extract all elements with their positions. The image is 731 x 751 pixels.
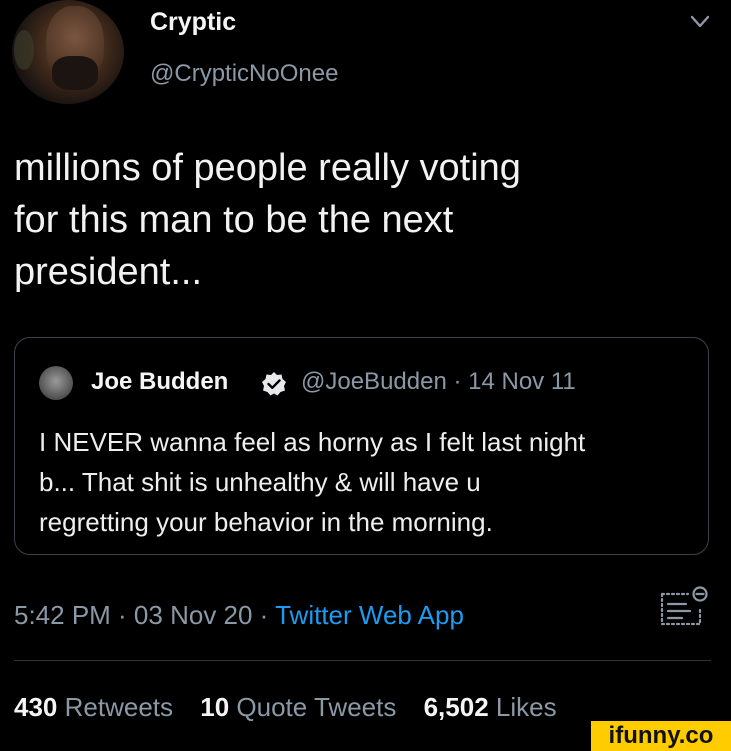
tweet-text-line: millions of people really voting — [14, 147, 521, 189]
quoted-author-name: Joe Budden — [91, 368, 229, 395]
tweet-timestamp[interactable]: 5:42 PM · 03 Nov 20 · — [14, 600, 275, 630]
retweets-label: Retweets — [64, 692, 174, 722]
watermark: ifunny.co — [591, 721, 731, 751]
quoted-text-line: I NEVER wanna feel as horny as I felt la… — [39, 427, 586, 457]
avatar-beard — [52, 56, 98, 90]
tweet-meta: 5:42 PM · 03 Nov 20 · Twitter Web App — [14, 600, 464, 631]
avatar-background — [14, 30, 34, 70]
retweets-count: 430 — [14, 692, 58, 722]
verified-badge-icon — [262, 372, 286, 396]
quoted-text-line: regretting your behavior in the morning. — [39, 507, 493, 537]
likes-count: 6,502 — [423, 692, 489, 722]
tweet-header: Cryptic @CrypticNoOnee — [0, 0, 731, 120]
quoted-tweet[interactable]: Joe Budden @JoeBudden · 14 Nov 11 I NEVE… — [14, 337, 709, 555]
tweet-text: millions of people really voting for thi… — [14, 142, 694, 298]
quote-tweets-count: 10 — [200, 692, 230, 722]
quote-tweets-stat[interactable]: 10 Quote Tweets — [200, 692, 396, 722]
likes-label: Likes — [495, 692, 557, 722]
author-name[interactable]: Cryptic — [150, 8, 236, 37]
quoted-tweet-text: I NEVER wanna feel as horny as I felt la… — [39, 422, 699, 542]
divider — [14, 660, 711, 661]
quote-tweets-label: Quote Tweets — [236, 692, 397, 722]
likes-stat[interactable]: 6,502 Likes — [424, 692, 557, 722]
chevron-down-icon[interactable] — [690, 14, 710, 30]
quoted-handle-date: @JoeBudden · 14 Nov 11 — [301, 368, 576, 395]
retweets-stat[interactable]: 430 Retweets — [14, 692, 173, 722]
tweet-stats: 430 Retweets 10 Quote Tweets 6,502 Likes — [14, 692, 577, 723]
avatar[interactable] — [12, 0, 124, 104]
tweet-source-link[interactable]: Twitter Web App — [275, 600, 464, 630]
author-handle[interactable]: @CrypticNoOnee — [150, 60, 338, 88]
tweet-text-line: president... — [14, 251, 202, 293]
analytics-icon[interactable] — [656, 584, 712, 628]
quoted-avatar[interactable] — [39, 366, 73, 400]
tweet-text-line: for this man to be the next — [14, 199, 454, 241]
quoted-text-line: b... That shit is unhealthy & will have … — [39, 467, 481, 497]
